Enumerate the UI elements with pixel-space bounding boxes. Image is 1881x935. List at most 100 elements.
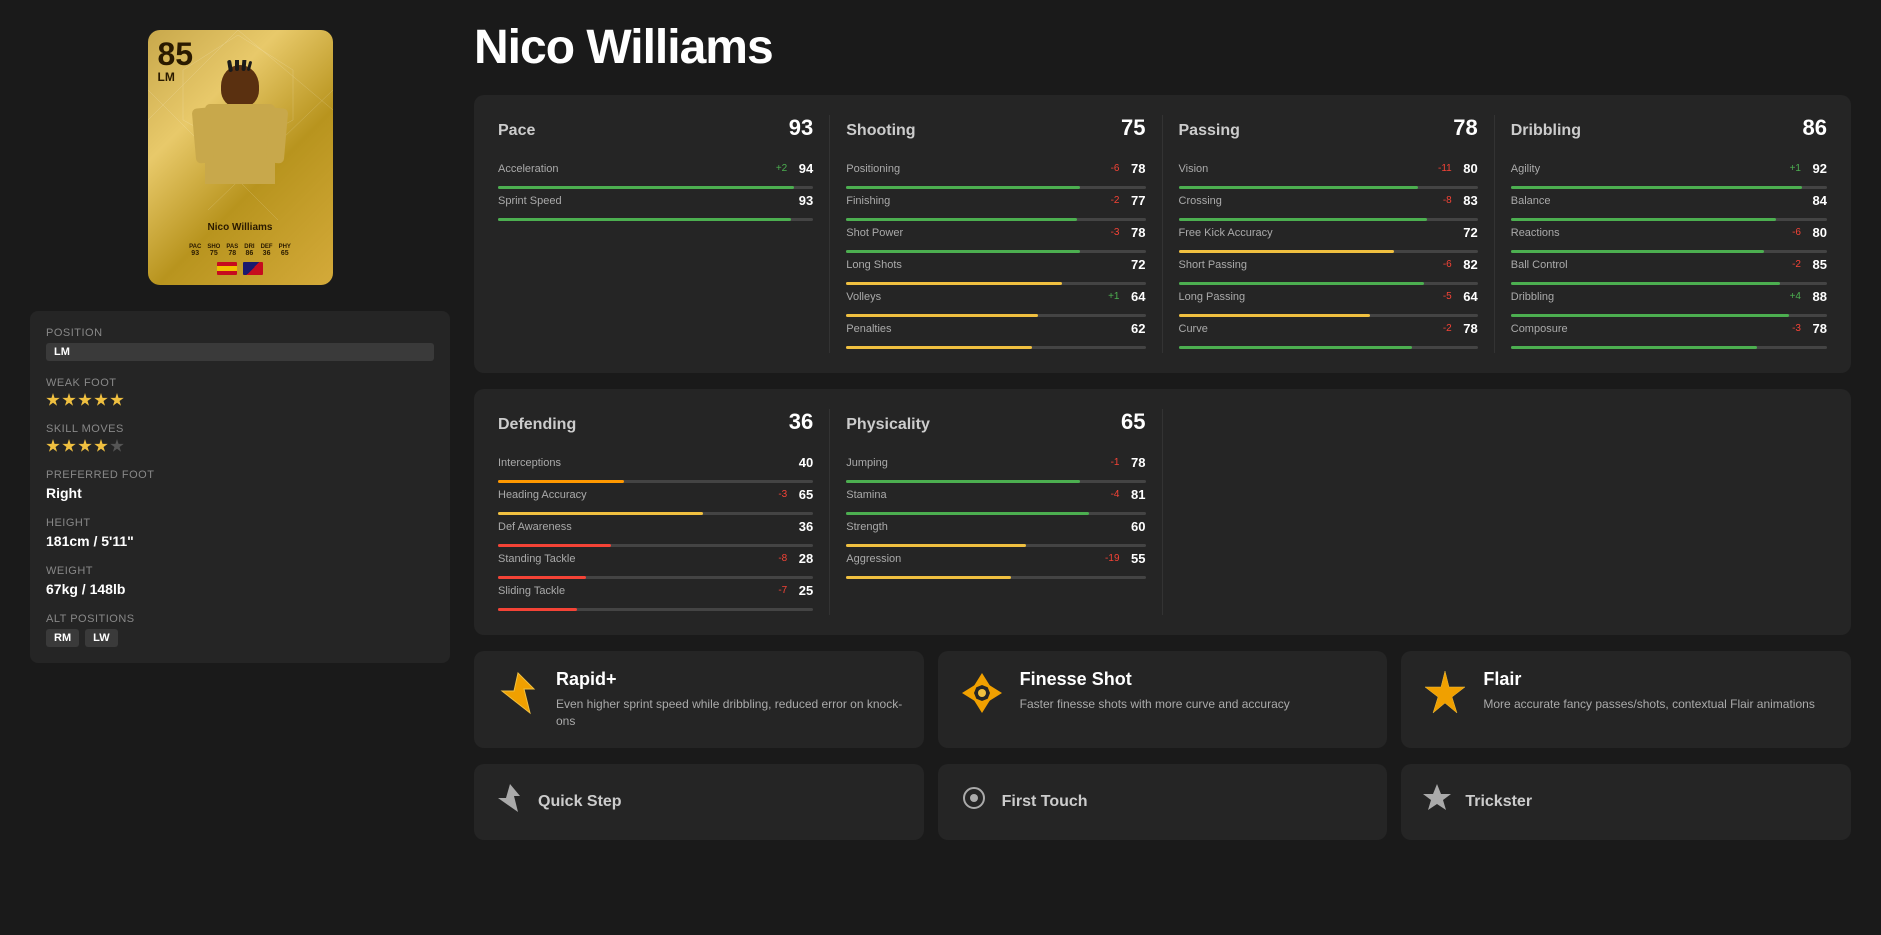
acceleration-value: 94 (793, 161, 813, 176)
info-skill-moves: Skill Moves (46, 423, 434, 453)
vision-value: 80 (1458, 161, 1478, 176)
stamina-value: 81 (1126, 487, 1146, 502)
rapid-content: Rapid+ Even higher sprint speed while dr… (556, 669, 904, 730)
info-position: Position LM (46, 327, 434, 361)
dribbling-header: Dribbling 86 (1511, 115, 1827, 147)
sliding-tackle-name: Sliding Tackle (498, 585, 753, 597)
physicality-header: Physicality 65 (846, 409, 1145, 441)
flair-content: Flair More accurate fancy passes/shots, … (1483, 669, 1831, 713)
stat-acceleration: Acceleration +2 94 (498, 161, 813, 189)
flag-club (243, 262, 263, 275)
crossing-name: Crossing (1179, 195, 1418, 207)
playstyle-first-touch: First Touch (938, 764, 1388, 840)
skill-star-3 (78, 439, 92, 453)
height-label: Height (46, 517, 434, 529)
positioning-name: Positioning (846, 163, 1085, 175)
stat-volleys: Volleys +1 64 (846, 289, 1145, 317)
stat-reactions: Reactions -6 80 (1511, 225, 1827, 253)
card-stat-pac: PAC93 (189, 244, 201, 257)
stat-crossing: Crossing -8 83 (1179, 193, 1478, 221)
stat-finishing: Finishing -2 77 (846, 193, 1145, 221)
shot-power-value: 78 (1126, 225, 1146, 240)
composure-name: Composure (1511, 323, 1767, 335)
dribbling-score: 86 (1803, 115, 1827, 141)
stat-interceptions: Interceptions 40 (498, 455, 813, 483)
info-preferred-foot: Preferred Foot Right (46, 469, 434, 501)
acceleration-name: Acceleration (498, 163, 753, 175)
skill-star-2 (62, 439, 76, 453)
category-shooting: Shooting 75 Positioning -6 78 Finishing … (830, 115, 1162, 353)
star-4 (94, 393, 108, 407)
alt-position-rm: RM (46, 629, 79, 647)
physicality-name: Physicality (846, 416, 930, 434)
category-physicality: Physicality 65 Jumping -1 78 Stamina -4 (830, 409, 1162, 615)
jumping-value: 78 (1126, 455, 1146, 470)
standing-tackle-value: 28 (793, 551, 813, 566)
card-stats-row: PAC93 SHO75 PAS78 DRI86 DEF36 (148, 244, 333, 257)
stat-stamina: Stamina -4 81 (846, 487, 1145, 515)
category-dribbling: Dribbling 86 Agility +1 92 Balance 84 (1495, 115, 1827, 353)
stat-shot-power: Shot Power -3 78 (846, 225, 1145, 253)
playstyle-flair: Flair More accurate fancy passes/shots, … (1401, 651, 1851, 748)
trickster-icon (1421, 782, 1453, 822)
balance-value: 84 (1807, 193, 1827, 208)
aggression-name: Aggression (846, 553, 1085, 565)
stat-agility: Agility +1 92 (1511, 161, 1827, 189)
skill-moves-stars (46, 439, 434, 453)
stat-ball-control: Ball Control -2 85 (1511, 257, 1827, 285)
position-label: Position (46, 327, 434, 339)
sliding-tackle-value: 25 (793, 583, 813, 598)
finesse-icon (958, 669, 1006, 717)
finesse-name: Finesse Shot (1020, 669, 1368, 690)
skill-star-1 (46, 439, 60, 453)
star-2 (62, 393, 76, 407)
info-weight: Weight 67kg / 148lb (46, 565, 434, 597)
stat-curve: Curve -2 78 (1179, 321, 1478, 349)
curve-name: Curve (1179, 323, 1418, 335)
stamina-mod: -4 (1092, 489, 1120, 500)
playstyle-quick-step: Quick Step (474, 764, 924, 840)
star-3 (78, 393, 92, 407)
passing-score: 78 (1453, 115, 1477, 141)
shot-power-mod: -3 (1092, 227, 1120, 238)
pace-score: 93 (789, 115, 813, 141)
curve-mod: -2 (1424, 323, 1452, 334)
passing-name: Passing (1179, 122, 1240, 140)
left-panel: 85 LM (30, 20, 450, 840)
finishing-name: Finishing (846, 195, 1085, 207)
def-awareness-value: 36 (793, 519, 813, 534)
penalties-value: 62 (1126, 321, 1146, 336)
card-flags (148, 262, 333, 275)
playstyle-finesse: Finesse Shot Faster finesse shots with m… (938, 651, 1388, 748)
free-kick-value: 72 (1458, 225, 1478, 240)
alt-positions-label: Alt Positions (46, 613, 434, 625)
sliding-tackle-mod: -7 (759, 585, 787, 596)
page-title: Nico Williams (474, 20, 1851, 75)
finesse-content: Finesse Shot Faster finesse shots with m… (1020, 669, 1368, 713)
stat-positioning: Positioning -6 78 (846, 161, 1145, 189)
card-stat-phy: PHY65 (279, 244, 291, 257)
playstyle-trickster: Trickster (1401, 764, 1851, 840)
physicality-score: 65 (1121, 409, 1145, 435)
volleys-mod: +1 (1092, 291, 1120, 302)
short-passing-mod: -6 (1424, 259, 1452, 270)
agility-name: Agility (1511, 163, 1767, 175)
card-player-name: Nico Williams (148, 222, 333, 233)
quick-step-icon (494, 782, 526, 822)
height-value: 181cm / 5'11" (46, 533, 434, 549)
heading-accuracy-mod: -3 (759, 489, 787, 500)
strength-value: 60 (1126, 519, 1146, 534)
stat-penalties: Penalties 62 (846, 321, 1145, 349)
short-passing-value: 82 (1458, 257, 1478, 272)
weight-value: 67kg / 148lb (46, 581, 434, 597)
long-shots-name: Long Shots (846, 259, 1085, 271)
stat-vision: Vision -11 80 (1179, 161, 1478, 189)
info-alt-positions: Alt Positions RM LW (46, 613, 434, 647)
playstyle-rapid: Rapid+ Even higher sprint speed while dr… (474, 651, 924, 748)
weak-foot-label: Weak Foot (46, 377, 434, 389)
composure-mod: -3 (1773, 323, 1801, 334)
stat-aggression: Aggression -19 55 (846, 551, 1145, 579)
stats-grid-row2: Defending 36 Interceptions 40 Heading Ac… (474, 389, 1851, 635)
shooting-header: Shooting 75 (846, 115, 1145, 147)
weak-foot-stars (46, 393, 434, 407)
